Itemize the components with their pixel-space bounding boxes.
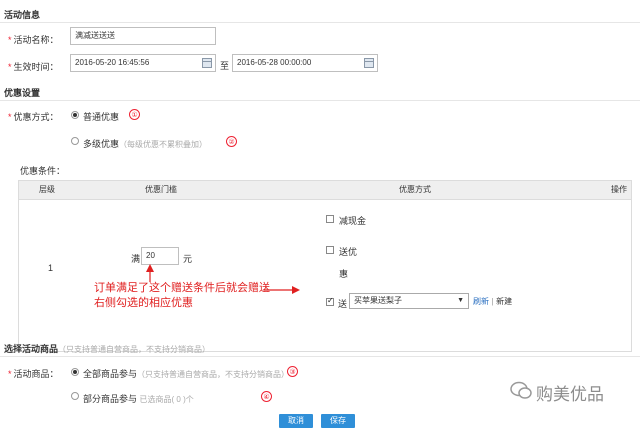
annotation-number-4: ④ [261,391,272,402]
activity-goods-label: * 活动商品： [8,367,59,380]
wechat-icon [510,381,532,399]
watermark-text: 购美优品 [536,385,604,404]
radio-partial-goods[interactable] [71,392,79,400]
all-goods-hint: （只支持普通自营商品，不支持分销商品） [137,370,290,379]
watermark: 购美优品 [510,378,622,404]
required-star: * [8,369,12,379]
activity-goods-label-text: 活动商品： [13,369,59,379]
radio-all-goods[interactable] [71,368,79,376]
arrow-up-icon [146,264,154,272]
annotation-number-3: ③ [287,366,298,377]
save-button[interactable]: 保存 [321,414,355,428]
section-divider [0,356,640,357]
goods-section-title-text: 选择活动商品 [4,344,59,354]
partial-goods-label: 部分商品参与 已选商品( 0 )个 [83,392,194,405]
partial-goods-hint: 已选商品( 0 )个 [139,395,194,404]
all-goods-text: 全部商品参与 [83,369,138,379]
goods-section-title: 选择活动商品（只支持普通自营商品，不支持分销商品） [4,342,210,355]
arrow-right-icon [292,286,300,294]
cancel-button[interactable]: 取消 [279,414,313,428]
partial-goods-text: 部分商品参与 [83,394,138,404]
annotation-arrows [146,264,300,294]
goods-section-hint: （只支持普通自营商品，不支持分销商品） [58,345,211,354]
all-goods-label: 全部商品参与（只支持普通自营商品，不支持分销商品） [83,367,289,380]
